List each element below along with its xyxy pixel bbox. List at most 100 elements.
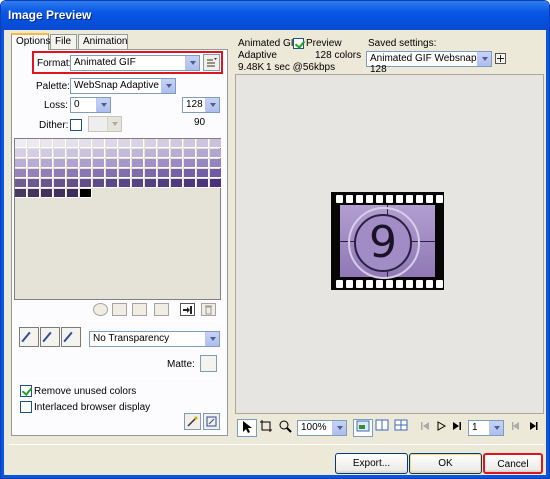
transparency-select[interactable]: No Transparency xyxy=(89,331,220,347)
color-swatch[interactable] xyxy=(197,149,209,158)
color-swatch[interactable] xyxy=(28,139,40,148)
color-swatch[interactable] xyxy=(145,159,157,168)
color-swatch[interactable] xyxy=(184,179,196,188)
color-swatch[interactable] xyxy=(197,159,209,168)
swatch-snap-button[interactable] xyxy=(132,303,147,316)
color-swatch[interactable] xyxy=(28,179,40,188)
dither-select[interactable] xyxy=(88,116,122,132)
color-swatch[interactable] xyxy=(158,159,170,168)
color-swatch[interactable] xyxy=(210,169,222,178)
color-swatch[interactable] xyxy=(67,149,79,158)
loss-select[interactable]: 0 xyxy=(70,97,111,113)
color-swatch[interactable] xyxy=(15,149,27,158)
remove-unused-checkbox[interactable] xyxy=(20,385,32,397)
color-swatch[interactable] xyxy=(15,189,27,198)
color-swatch[interactable] xyxy=(210,159,222,168)
color-swatch[interactable] xyxy=(80,169,92,178)
color-swatch[interactable] xyxy=(41,179,53,188)
color-swatch[interactable] xyxy=(80,149,92,158)
tab-file[interactable]: File xyxy=(50,34,77,49)
color-swatch[interactable] xyxy=(171,139,183,148)
color-swatch[interactable] xyxy=(184,159,196,168)
preview-checkbox[interactable] xyxy=(293,38,304,49)
colors-select[interactable]: 128 xyxy=(182,97,220,113)
color-swatch[interactable] xyxy=(54,139,66,148)
color-swatch[interactable] xyxy=(145,139,157,148)
color-swatch[interactable] xyxy=(145,179,157,188)
crop-tool[interactable] xyxy=(256,419,276,437)
color-swatch[interactable] xyxy=(106,159,118,168)
zoom-select[interactable]: 100% xyxy=(297,420,347,436)
color-swatch[interactable] xyxy=(197,169,209,178)
color-swatch[interactable] xyxy=(41,149,53,158)
color-swatch[interactable] xyxy=(184,169,196,178)
color-swatch[interactable] xyxy=(15,179,27,188)
add-setting-button[interactable] xyxy=(495,53,506,64)
color-swatch[interactable] xyxy=(54,149,66,158)
pointer-tool[interactable] xyxy=(237,419,257,437)
color-palette-swatches[interactable] xyxy=(14,138,222,300)
swatch-lock-button[interactable] xyxy=(93,303,108,316)
color-swatch[interactable] xyxy=(119,139,131,148)
swatch-transparent-button[interactable] xyxy=(112,303,127,316)
color-swatch[interactable] xyxy=(132,139,144,148)
color-swatch[interactable] xyxy=(41,169,53,178)
color-swatch[interactable] xyxy=(158,169,170,178)
color-swatch[interactable] xyxy=(171,179,183,188)
zoom-tool[interactable] xyxy=(275,419,295,437)
last-frame-button[interactable] xyxy=(447,419,467,437)
two-up-view[interactable] xyxy=(372,419,392,437)
color-swatch[interactable] xyxy=(145,149,157,158)
color-swatch[interactable] xyxy=(54,179,66,188)
dither-checkbox[interactable] xyxy=(70,119,82,131)
matte-color-picker[interactable] xyxy=(200,355,217,372)
palette-select[interactable]: WebSnap Adaptive xyxy=(70,78,176,94)
swatch-edit-button[interactable] xyxy=(154,303,169,316)
color-swatch[interactable] xyxy=(93,169,105,178)
color-swatch[interactable] xyxy=(80,159,92,168)
color-swatch[interactable] xyxy=(171,149,183,158)
color-swatch[interactable] xyxy=(67,189,79,198)
color-swatch[interactable] xyxy=(67,159,79,168)
color-swatch[interactable] xyxy=(67,179,79,188)
color-swatch[interactable] xyxy=(28,189,40,198)
color-swatch[interactable] xyxy=(171,169,183,178)
color-swatch[interactable] xyxy=(28,169,40,178)
color-swatch[interactable] xyxy=(67,169,79,178)
color-swatch[interactable] xyxy=(28,149,40,158)
color-swatch[interactable] xyxy=(184,149,196,158)
color-swatch[interactable] xyxy=(41,159,53,168)
color-swatch[interactable] xyxy=(41,189,53,198)
color-swatch[interactable] xyxy=(80,179,92,188)
color-swatch[interactable] xyxy=(210,139,222,148)
color-swatch[interactable] xyxy=(106,139,118,148)
color-swatch[interactable] xyxy=(67,139,79,148)
color-swatch[interactable] xyxy=(132,179,144,188)
color-swatch[interactable] xyxy=(106,179,118,188)
swatch-delete-button[interactable] xyxy=(201,303,216,316)
color-swatch[interactable] xyxy=(106,169,118,178)
color-swatch[interactable] xyxy=(15,169,27,178)
color-swatch[interactable] xyxy=(145,169,157,178)
export-button[interactable]: Export... xyxy=(335,453,408,474)
color-swatch[interactable] xyxy=(210,179,222,188)
ok-button[interactable]: OK xyxy=(409,453,482,474)
swatch-import-button[interactable] xyxy=(180,303,195,316)
color-swatch[interactable] xyxy=(15,159,27,168)
color-swatch[interactable] xyxy=(197,139,209,148)
color-swatch[interactable] xyxy=(119,169,131,178)
single-preview-view[interactable] xyxy=(353,419,373,437)
tab-options[interactable]: Options xyxy=(11,33,50,50)
color-swatch[interactable] xyxy=(158,149,170,158)
color-swatch[interactable] xyxy=(171,159,183,168)
optimize-wand-button[interactable] xyxy=(184,413,201,430)
add-eyedropper-icon[interactable] xyxy=(40,327,60,347)
format-options-button[interactable] xyxy=(203,54,220,71)
color-swatch[interactable] xyxy=(93,179,105,188)
subtract-eyedropper-icon[interactable] xyxy=(61,327,81,347)
saved-settings-select[interactable]: Animated GIF Websnap 128 xyxy=(366,51,492,75)
color-swatch[interactable] xyxy=(119,159,131,168)
eyedropper-icon[interactable] xyxy=(19,327,39,347)
color-swatch[interactable] xyxy=(132,169,144,178)
color-swatch[interactable] xyxy=(54,159,66,168)
